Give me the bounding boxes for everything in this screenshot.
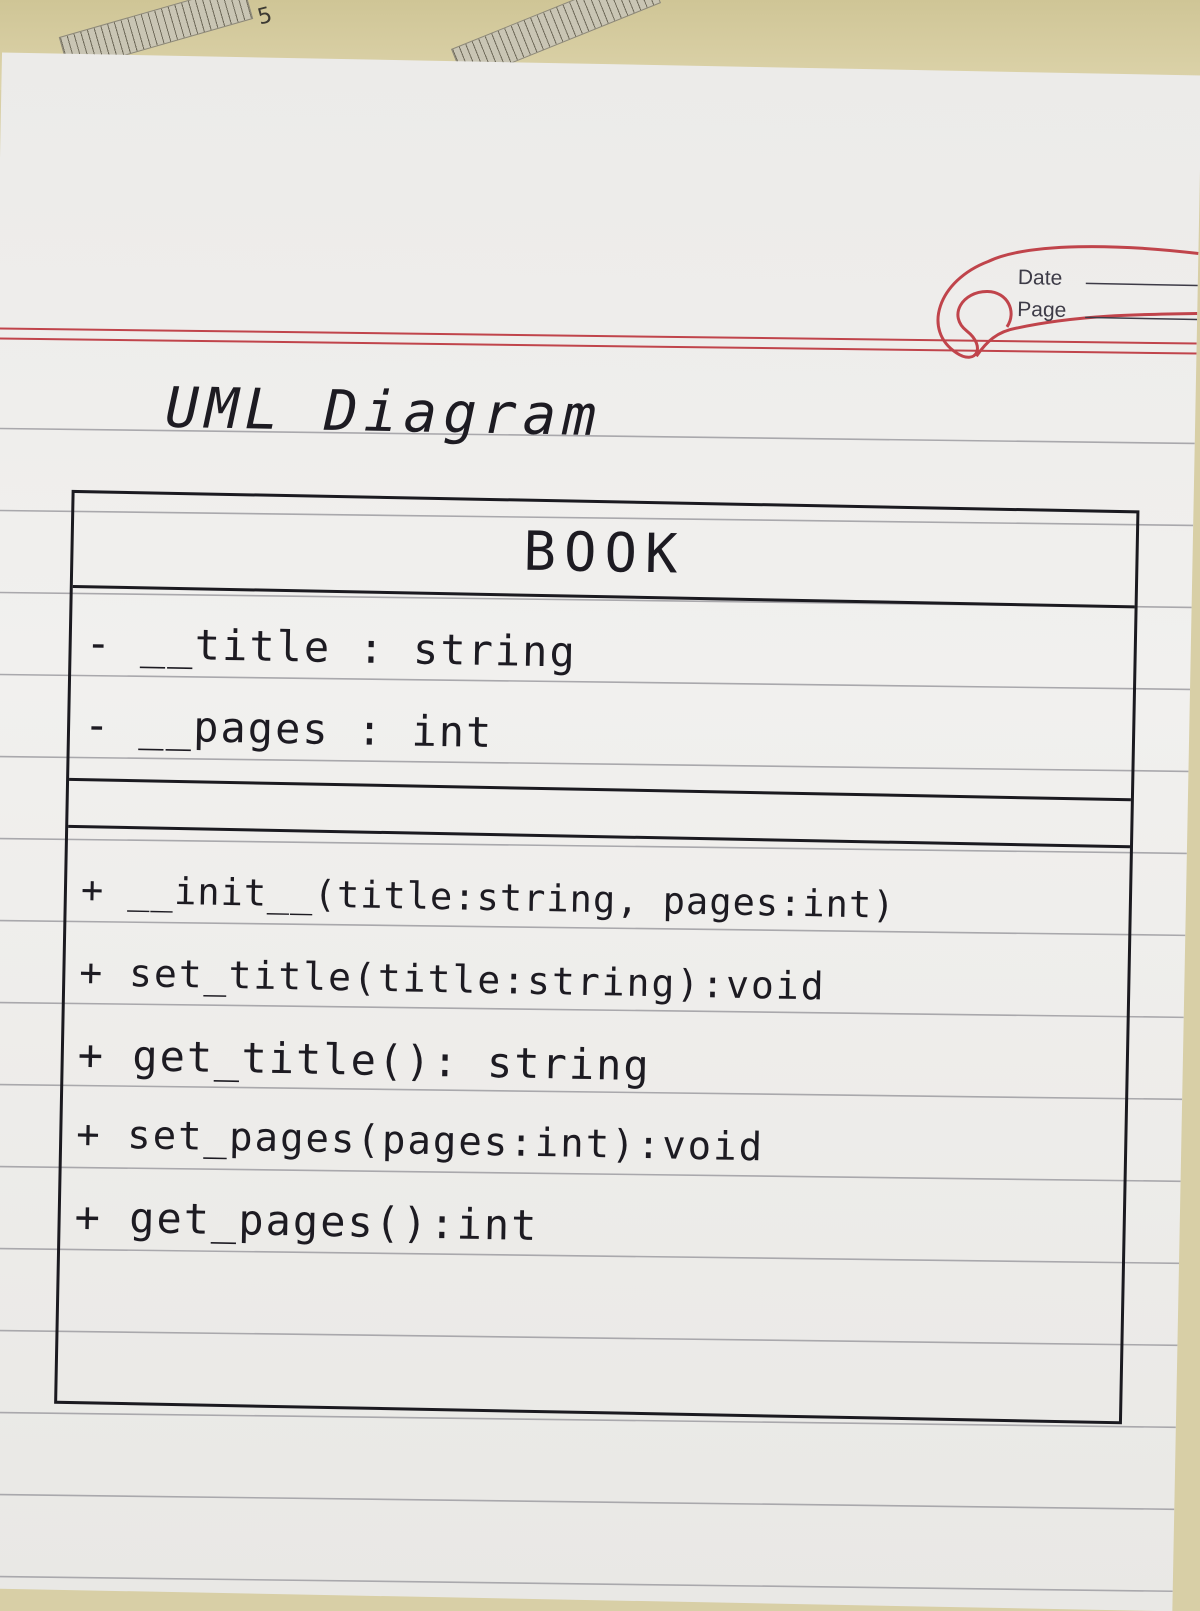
diagram-heading: UML Diagram	[164, 375, 603, 450]
attribute-title: - __title : string	[85, 618, 578, 677]
stamp-swirl-icon	[936, 245, 1199, 359]
method-init: + __init__(title:string, pages:int)	[80, 868, 896, 927]
method-get-title: + get_title(): string	[77, 1030, 652, 1091]
methods-compartment: + __init__(title:string, pages:int) + se…	[57, 828, 1130, 1418]
method-get-pages: + get_pages():int	[74, 1192, 539, 1251]
attribute-pages: - __pages : int	[83, 700, 494, 758]
notebook-page: Date Page UML Diagram BOOK - __title : s…	[0, 52, 1200, 1611]
date-page-stamp: Date Page	[916, 230, 1199, 365]
uml-class-box: BOOK - __title : string - __pages : int …	[54, 489, 1140, 1425]
method-set-pages: + set_pages(pages:int):void	[75, 1112, 765, 1171]
attributes-compartment: - __title : string - __pages : int	[69, 587, 1135, 802]
ruler-number: 5	[255, 2, 275, 31]
method-set-title: + set_title(title:string):void	[78, 950, 827, 1009]
stamp-page-label: Page	[1017, 298, 1067, 322]
stamp-date-label: Date	[1017, 266, 1063, 290]
